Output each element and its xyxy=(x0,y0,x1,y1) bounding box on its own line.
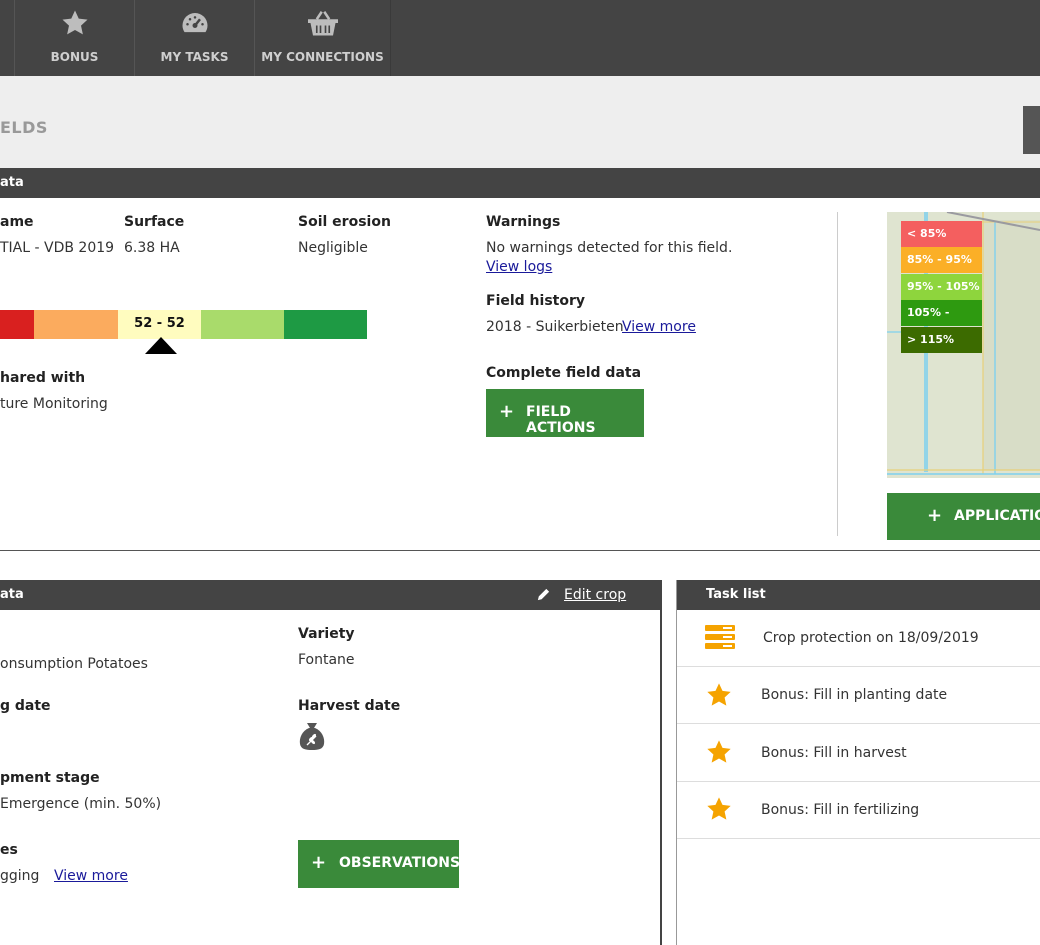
page-header: ELDS xyxy=(0,76,1040,168)
surface-value: 6.38 HA xyxy=(124,240,180,256)
shared-with-label: hared with xyxy=(0,370,86,386)
legend-item-105-115: 105% - 115% xyxy=(901,300,982,345)
section-divider xyxy=(0,550,1040,551)
notes-view-more-link[interactable]: View more xyxy=(54,868,128,884)
warnings-label: Warnings xyxy=(486,214,561,230)
field-actions-button[interactable]: + FIELD ACTIONS xyxy=(486,389,644,437)
complete-field-data-label: Complete field data xyxy=(486,365,642,381)
button-label: APPLICATION xyxy=(954,508,1040,524)
page-title: ELDS xyxy=(0,118,48,137)
scale-segment-light-green xyxy=(201,310,284,339)
variety-label: Variety xyxy=(298,626,355,642)
star-icon xyxy=(707,797,731,820)
scale-segment-red xyxy=(0,310,34,339)
task-item[interactable]: Bonus: Fill in planting date xyxy=(677,667,1040,724)
field-history-label: Field history xyxy=(486,293,585,309)
field-data-header: ata xyxy=(0,168,1040,198)
pencil-icon xyxy=(537,588,550,601)
field-name-value: TIAL - VDB 2019 xyxy=(0,240,115,256)
soil-erosion-value: Negligible xyxy=(298,240,368,256)
planting-date-label: g date xyxy=(0,698,51,714)
plus-icon: + xyxy=(499,401,515,422)
scale-value: 52 - 52 xyxy=(134,316,185,331)
legend-label: 85% - 95% xyxy=(907,253,972,266)
section-title: ata xyxy=(0,175,24,190)
nav-item-my-connections[interactable]: MY CONNECTIONS xyxy=(254,0,391,76)
star-icon xyxy=(707,740,731,763)
notes-label: es xyxy=(0,842,18,858)
button-label: FIELD ACTIONS xyxy=(526,404,596,436)
scale-segment-yellow: 52 - 52 xyxy=(118,310,201,339)
legend-item-above-115: > 115% xyxy=(901,327,982,353)
star-icon xyxy=(707,683,731,706)
field-map[interactable]: < 85% 85% - 95% 95% - 105% 105% - 115% >… xyxy=(887,212,1040,478)
scale-pointer-icon xyxy=(145,337,177,354)
task-text: Crop protection on 18/09/2019 xyxy=(763,630,979,646)
development-stage-label: pment stage xyxy=(0,770,100,786)
nav-item-my-tasks[interactable]: MY TASKS xyxy=(134,0,255,76)
nav-item-label: MY CONNECTIONS xyxy=(261,50,384,64)
server-icon xyxy=(705,625,735,649)
plus-icon: + xyxy=(927,505,943,526)
variety-value: Fontane xyxy=(298,652,355,668)
task-text: Bonus: Fill in fertilizing xyxy=(761,802,920,818)
legend-label: > 115% xyxy=(907,333,955,346)
field-history-value: 2018 - Suikerbieten xyxy=(486,319,624,335)
edit-crop-data-link[interactable]: Edit crop data xyxy=(564,580,661,640)
crop-value: onsumption Potatoes xyxy=(0,656,148,672)
add-button[interactable] xyxy=(1023,106,1040,154)
button-label: OBSERVATIONS xyxy=(339,855,461,871)
field-history-view-more-link[interactable]: View more xyxy=(622,319,696,335)
task-item[interactable]: Bonus: Fill in fertilizing xyxy=(677,782,1040,839)
crop-panel-border xyxy=(660,580,662,945)
legend-item-below-85: < 85% xyxy=(901,221,982,247)
plus-icon: + xyxy=(311,852,327,873)
legend-label: 95% - 105% xyxy=(907,280,980,293)
warnings-value: No warnings detected for this field. xyxy=(486,240,733,256)
grain-sack-icon xyxy=(299,723,325,750)
scale-segment-green xyxy=(284,310,367,339)
task-text: Bonus: Fill in harvest xyxy=(761,745,907,761)
task-item[interactable]: Bonus: Fill in harvest xyxy=(677,725,1040,782)
task-item[interactable]: Crop protection on 18/09/2019 xyxy=(677,610,1040,667)
scale-segment-orange xyxy=(34,310,118,339)
divider xyxy=(837,212,838,536)
crop-data-header: ata Edit crop data xyxy=(0,580,661,633)
field-name-label: ame xyxy=(0,214,34,230)
surface-label: Surface xyxy=(124,214,185,230)
observations-button[interactable]: + OBSERVATIONS xyxy=(298,840,461,888)
shared-with-value: ture Monitoring xyxy=(0,396,108,412)
legend-item-95-105: 95% - 105% xyxy=(901,274,982,300)
star-icon xyxy=(62,10,87,35)
section-title: ata xyxy=(0,587,24,602)
legend-item-85-95: 85% - 95% xyxy=(901,247,982,273)
task-text: Bonus: Fill in planting date xyxy=(761,687,948,703)
top-navigation: BONUS MY TASKS MY CONNECTIONS xyxy=(0,0,1040,76)
notes-value: gging xyxy=(0,868,40,884)
basket-icon xyxy=(307,11,338,36)
nav-item-label: BONUS xyxy=(50,50,99,64)
nav-item-label: MY TASKS xyxy=(160,50,229,64)
application-button[interactable]: + APPLICATION xyxy=(887,493,1040,540)
view-logs-link[interactable]: View logs xyxy=(486,259,552,275)
section-title: Task list xyxy=(706,587,766,602)
legend-label: < 85% xyxy=(907,227,947,240)
harvest-date-label: Harvest date xyxy=(298,698,401,714)
task-list-header: Task list xyxy=(677,580,1040,610)
gauge-icon xyxy=(182,13,207,33)
development-stage-value: Emergence (min. 50%) xyxy=(0,796,162,812)
soil-erosion-label: Soil erosion xyxy=(298,214,391,230)
nav-item-bonus[interactable]: BONUS xyxy=(14,0,135,76)
